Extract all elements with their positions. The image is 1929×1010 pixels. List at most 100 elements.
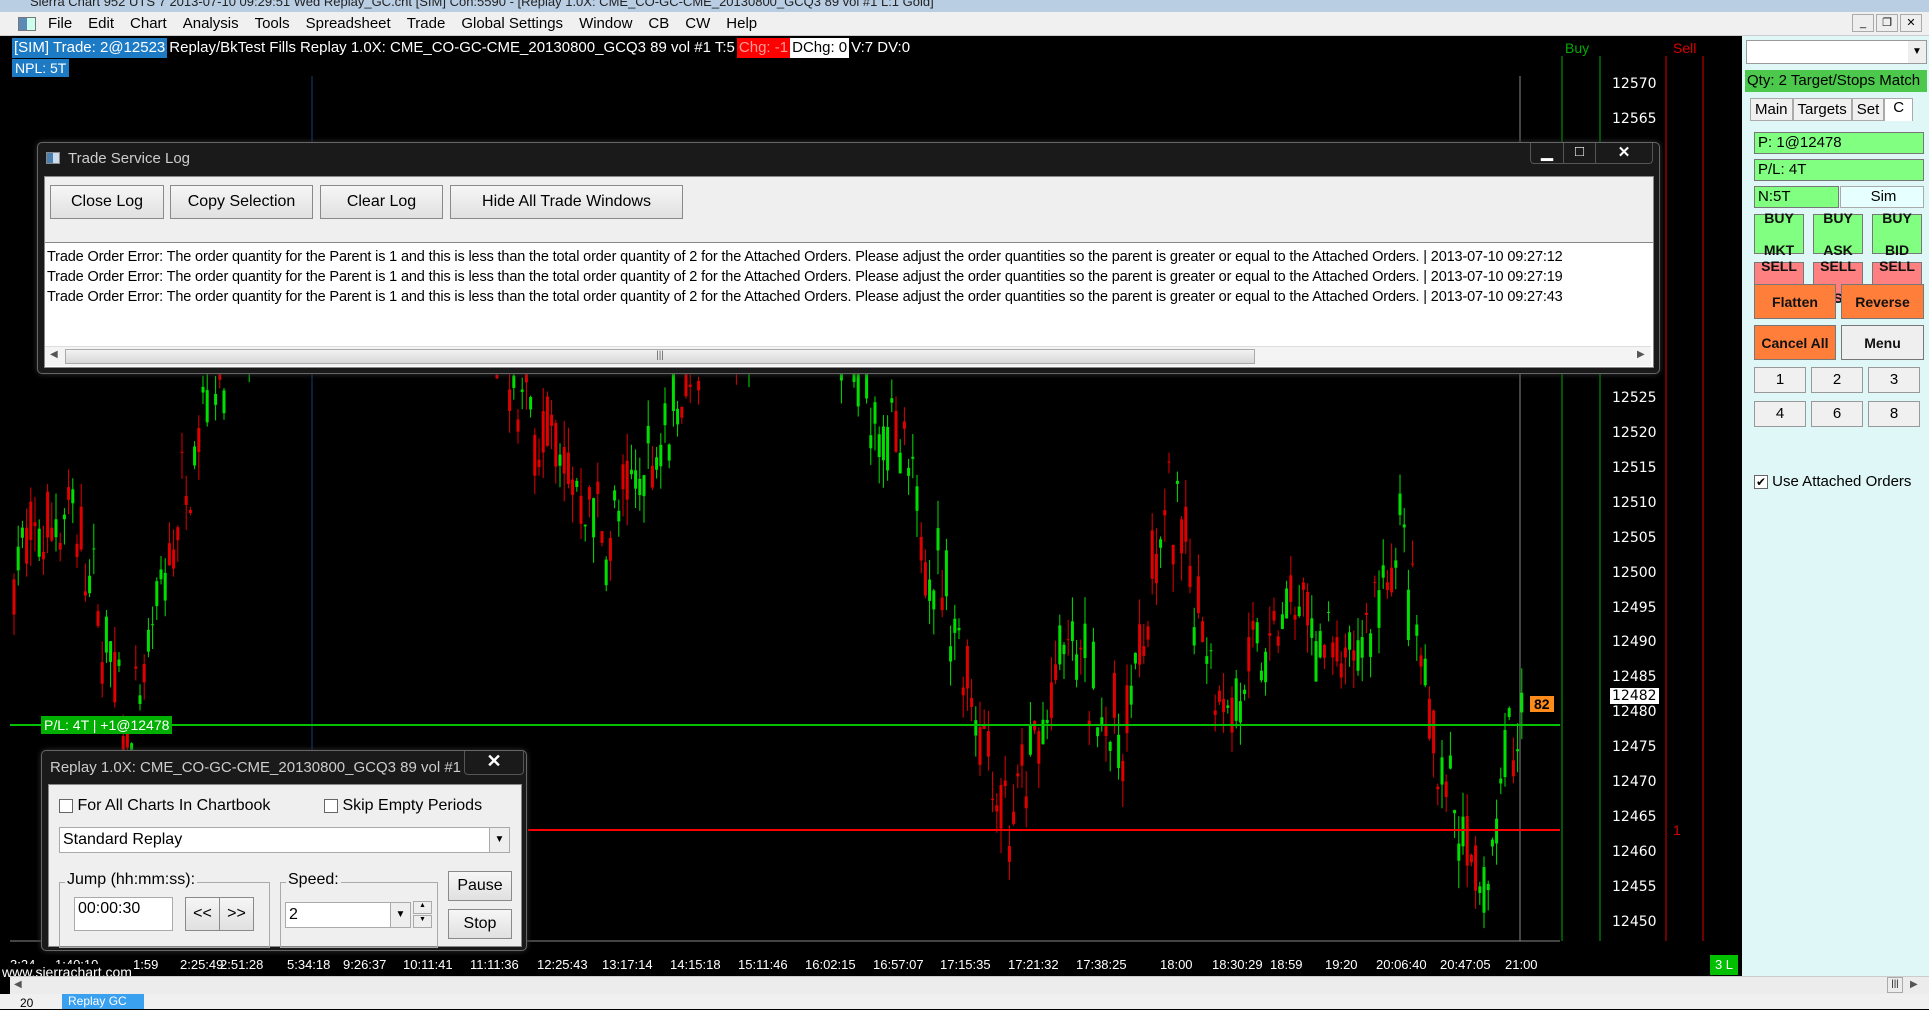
symbol-select[interactable]: ▼	[1746, 40, 1927, 64]
qty-button-3[interactable]: 3	[1868, 367, 1920, 393]
scroll-right-arrow-icon[interactable]: ▶	[1637, 349, 1645, 360]
menu-edit[interactable]: Edit	[80, 15, 122, 32]
candle-body	[629, 469, 633, 475]
hide-all-trade-windows-button[interactable]: Hide All Trade Windows	[450, 185, 683, 219]
horizontal-scrollbar[interactable]: ◀ ||| ▶	[45, 346, 1651, 366]
skip-empty-periods-checkbox[interactable]: Skip Empty Periods	[324, 797, 482, 815]
candle-body	[33, 522, 37, 527]
net-pl: NPL: 5T	[12, 59, 70, 77]
chart-horizontal-scrollbar[interactable]: ◀ ||| ▶	[10, 976, 1929, 994]
pause-button[interactable]: Pause	[448, 871, 512, 901]
candle-body	[1297, 606, 1301, 617]
log-entry[interactable]: Trade Order Error: The order quantity fo…	[47, 247, 1653, 267]
stop-button[interactable]: Stop	[448, 909, 512, 939]
jump-time-input[interactable]	[74, 897, 173, 931]
buy-mkt-button[interactable]: BUY MKT	[1754, 210, 1804, 258]
speed-down-icon[interactable]: ▼	[413, 915, 432, 928]
scrollbar-thumb[interactable]: |||	[1887, 977, 1903, 993]
tab-targets[interactable]: Targets	[1792, 98, 1852, 121]
chevron-down-icon[interactable]: ▼	[489, 828, 509, 852]
menu-window[interactable]: Window	[571, 15, 640, 32]
menu-analysis[interactable]: Analysis	[175, 15, 247, 32]
candle-body	[949, 646, 953, 662]
candle-body	[1310, 618, 1314, 638]
log-entry[interactable]: Trade Order Error: The order quantity fo…	[47, 287, 1653, 307]
candle-body	[184, 495, 188, 505]
candle-body	[529, 397, 533, 410]
qty-button-2[interactable]: 2	[1811, 367, 1863, 393]
candle-body	[37, 528, 41, 557]
menu-trade[interactable]: Trade	[399, 15, 454, 32]
buy-ask-button[interactable]: BUY ASK	[1813, 210, 1863, 258]
candle-body	[1045, 719, 1049, 724]
checkbox-check-icon[interactable]: ✔	[1754, 475, 1768, 490]
menu-global-settings[interactable]: Global Settings	[453, 15, 571, 32]
candle-body	[873, 402, 877, 424]
menu-file[interactable]: File	[40, 15, 80, 32]
clear-log-button[interactable]: Clear Log	[320, 185, 443, 219]
cancel-all-button[interactable]: Cancel All	[1754, 325, 1836, 360]
tab-set[interactable]: Set	[1851, 98, 1885, 121]
time-tick-label: 18:59	[1270, 957, 1303, 972]
reverse-button[interactable]: Reverse	[1841, 284, 1924, 319]
log-list[interactable]: Trade Order Error: The order quantity fo…	[45, 242, 1653, 367]
minimize-button[interactable]: ▁	[1531, 143, 1563, 163]
button-line: SELL	[1879, 258, 1915, 274]
candle-body	[1180, 519, 1184, 554]
candle-body	[1238, 701, 1242, 723]
candle-body	[902, 421, 906, 429]
chevron-down-icon[interactable]: ▼	[1908, 41, 1926, 63]
qty-button-1[interactable]: 1	[1754, 367, 1806, 393]
time-tick-label: 10:11:41	[403, 957, 453, 972]
log-entry[interactable]: Trade Order Error: The order quantity fo…	[47, 267, 1653, 287]
maximize-button[interactable]: □	[1563, 143, 1595, 163]
window-icon	[46, 152, 60, 164]
replay-mode-select[interactable]: Standard Replay ▼	[59, 827, 510, 853]
candle-body	[134, 666, 138, 669]
candle-body	[1352, 650, 1356, 661]
flatten-button[interactable]: Flatten	[1754, 284, 1836, 319]
chevron-down-icon[interactable]: ▼	[390, 903, 410, 927]
app-icon[interactable]	[18, 16, 36, 31]
tab-20[interactable]: 20	[20, 996, 33, 1010]
close-replay-button[interactable]: ✕	[464, 751, 524, 775]
jump-back-button[interactable]: <<	[185, 897, 220, 931]
candle-body	[142, 663, 146, 683]
menu-tools[interactable]: Tools	[247, 15, 298, 32]
qty-button-6[interactable]: 6	[1811, 401, 1863, 427]
speed-up-icon[interactable]: ▲	[413, 901, 432, 914]
scroll-left-arrow-icon[interactable]: ◀	[14, 979, 22, 990]
close-window-button[interactable]: ✕	[1595, 143, 1652, 163]
for-all-charts-checkbox[interactable]: For All Charts In Chartbook	[59, 797, 270, 815]
mdi-minimize-button[interactable]: _	[1852, 14, 1874, 32]
candle-body	[965, 646, 969, 689]
candle-body	[151, 624, 155, 626]
buy-bid-button[interactable]: BUY BID	[1872, 210, 1922, 258]
menu-spreadsheet[interactable]: Spreadsheet	[298, 15, 399, 32]
tab-main[interactable]: Main	[1750, 98, 1793, 121]
speed-select[interactable]: 2 ▼	[285, 902, 411, 928]
tab-replay-gc[interactable]: Replay GC	[62, 994, 144, 1009]
close-log-button[interactable]: Close Log	[50, 185, 164, 219]
menu-help[interactable]: Help	[718, 15, 765, 32]
scrollbar-thumb[interactable]: |||	[65, 349, 1255, 364]
candle-body	[495, 374, 499, 379]
copy-selection-button[interactable]: Copy Selection	[170, 185, 313, 219]
mdi-close-button[interactable]: ✕	[1900, 14, 1922, 32]
jump-forward-button[interactable]: >>	[219, 897, 254, 931]
qty-button-4[interactable]: 4	[1754, 401, 1806, 427]
candle-body	[214, 394, 218, 405]
menu-button[interactable]: Menu	[1841, 325, 1924, 360]
tab-c[interactable]: C	[1884, 98, 1914, 121]
use-attached-orders-checkbox[interactable]: ✔ Use Attached Orders	[1754, 473, 1911, 490]
scroll-right-arrow-icon[interactable]: ▶	[1910, 979, 1918, 990]
menu-chart[interactable]: Chart	[122, 15, 175, 32]
candle-body	[16, 546, 20, 571]
menu-cw[interactable]: CW	[677, 15, 718, 32]
candle-body	[1327, 611, 1331, 613]
mdi-restore-button[interactable]: ❐	[1876, 14, 1898, 32]
menu-cb[interactable]: CB	[640, 15, 677, 32]
scroll-left-arrow-icon[interactable]: ◀	[50, 349, 58, 360]
candle-body	[1516, 749, 1520, 752]
qty-button-8[interactable]: 8	[1868, 401, 1920, 427]
